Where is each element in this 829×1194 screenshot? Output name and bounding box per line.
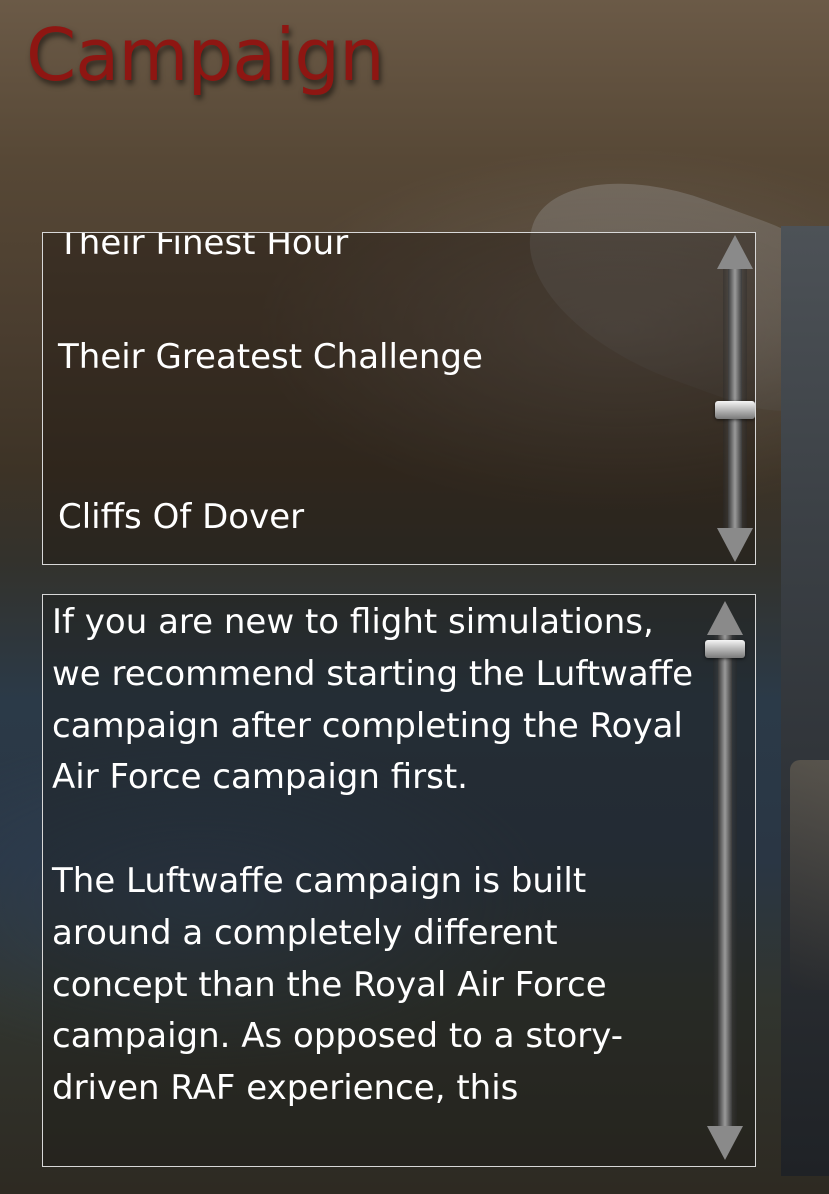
scroll-up-arrow-icon[interactable] <box>717 235 753 269</box>
scroll-down-arrow-icon[interactable] <box>717 528 753 562</box>
campaign-list-item-their-greatest-challenge[interactable]: Their Greatest Challenge <box>58 333 708 381</box>
scroll-thumb[interactable] <box>705 640 745 658</box>
campaign-list-panel[interactable]: Their Finest Hour Their Greatest Challen… <box>42 232 756 565</box>
campaign-list: Their Finest Hour Their Greatest Challen… <box>58 233 708 541</box>
description-scrollbar[interactable] <box>705 599 745 1162</box>
campaign-list-item-their-finest-hour[interactable]: Their Finest Hour <box>58 233 708 267</box>
page-title: Campaign <box>26 13 385 97</box>
campaign-list-scrollbar[interactable] <box>715 233 755 564</box>
background-aircraft-side-panel <box>781 226 829 1176</box>
scroll-rail <box>728 269 742 528</box>
scroll-rail <box>718 635 732 1126</box>
campaign-description-text: If you are new to flight simulations, we… <box>52 602 694 1109</box>
scroll-thumb[interactable] <box>715 401 755 420</box>
campaign-description-panel[interactable]: If you are new to flight simulations, we… <box>42 594 756 1167</box>
scroll-down-arrow-icon[interactable] <box>707 1126 743 1160</box>
campaign-list-item-cliffs-of-dover[interactable]: Cliffs Of Dover <box>58 493 708 541</box>
scroll-up-arrow-icon[interactable] <box>707 601 743 635</box>
background-cockpit-detail <box>790 760 829 990</box>
